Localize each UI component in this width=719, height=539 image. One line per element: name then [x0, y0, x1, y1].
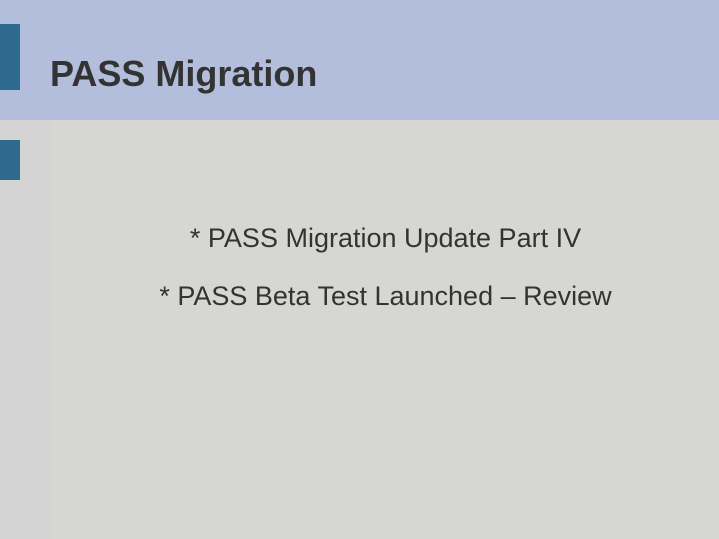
bullet-item: * PASS Migration Update Part IV — [52, 222, 719, 254]
accent-bar-top — [0, 24, 20, 90]
bullet-item: * PASS Beta Test Launched – Review — [52, 280, 719, 312]
bullet-list: * PASS Migration Update Part IV * PASS B… — [52, 222, 719, 339]
accent-bar-bottom — [0, 140, 20, 180]
slide-title: PASS Migration — [50, 53, 317, 95]
